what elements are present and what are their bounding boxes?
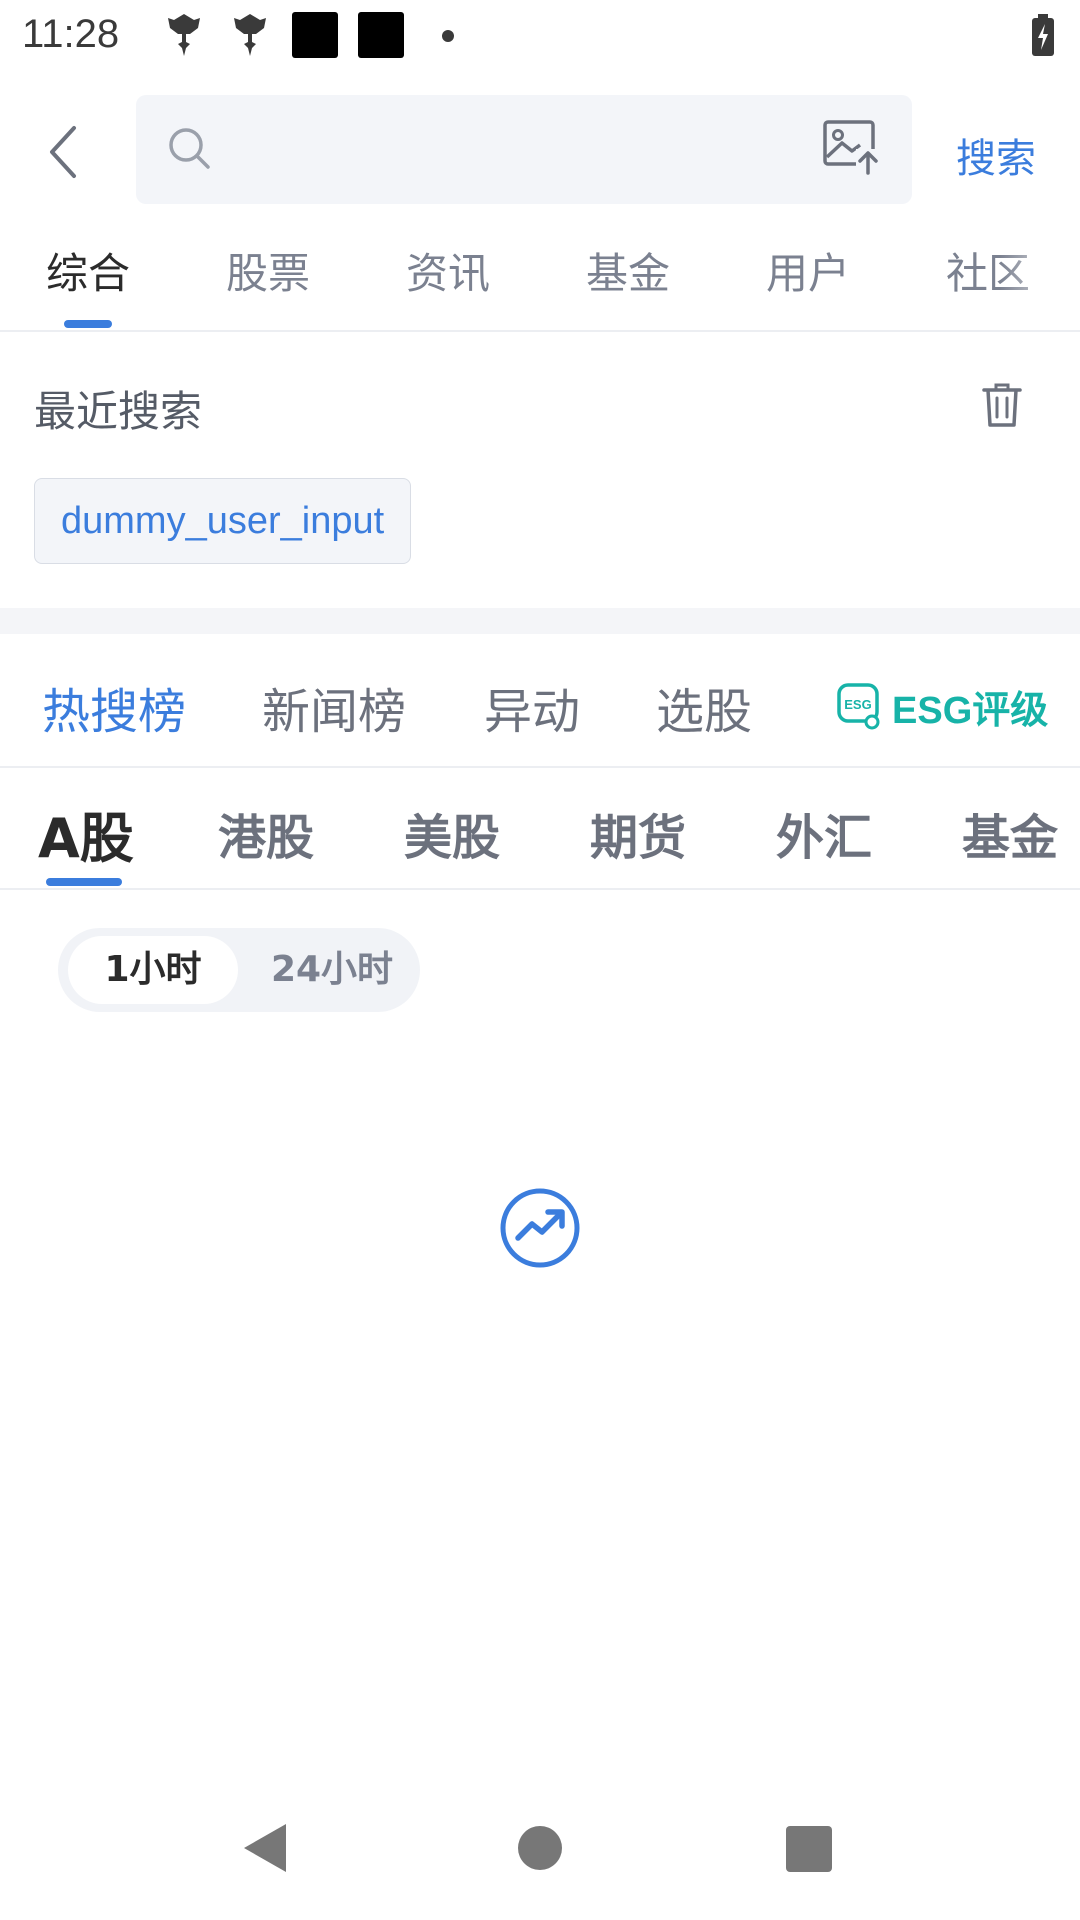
battery-charging-icon xyxy=(1032,14,1054,56)
tab-users[interactable]: 用户 xyxy=(766,240,850,301)
tab-market-funds[interactable]: 基金 xyxy=(962,798,1058,868)
esg-label: ESG评级 xyxy=(892,689,1049,732)
search-button[interactable]: 搜索 xyxy=(956,126,1036,184)
esg-icon: ESG xyxy=(837,683,880,730)
tab-futures[interactable]: 期货 xyxy=(590,798,686,868)
status-time: 11:28 xyxy=(22,12,120,56)
search-box[interactable] xyxy=(136,95,912,204)
search-input[interactable] xyxy=(226,115,790,187)
notification-icon xyxy=(168,14,200,56)
esg-rating-button[interactable]: ESG ESG评级 xyxy=(836,678,1048,734)
tab-news[interactable]: 资讯 xyxy=(406,240,490,301)
section-divider xyxy=(0,608,1080,634)
time-range-toggle: 1小时 24小时 xyxy=(58,928,420,1012)
back-icon[interactable] xyxy=(38,120,94,184)
status-bar: 11:28 xyxy=(0,0,1080,72)
search-icon xyxy=(169,128,210,169)
tab-stocks[interactable]: 股票 xyxy=(226,240,310,301)
tab-hk-stocks[interactable]: 港股 xyxy=(218,798,314,868)
nav-back-icon[interactable] xyxy=(242,1822,288,1874)
tab-funds[interactable]: 基金 xyxy=(586,240,670,301)
more-notifications-icon xyxy=(442,30,454,42)
tabs-fade xyxy=(1000,232,1080,328)
notification-icon xyxy=(292,12,338,58)
market-tab-indicator xyxy=(46,878,122,886)
nav-home-icon[interactable] xyxy=(518,1826,562,1870)
tab-comprehensive[interactable]: 综合 xyxy=(46,240,130,301)
svg-text:ESG: ESG xyxy=(844,697,871,712)
tab-us-stocks[interactable]: 美股 xyxy=(404,798,500,868)
trending-loading-icon xyxy=(500,1188,580,1268)
recent-search-title: 最近搜索 xyxy=(34,387,203,436)
trash-icon[interactable] xyxy=(982,382,1022,428)
image-search-icon[interactable] xyxy=(822,119,882,175)
tab-news-rank[interactable]: 新闻榜 xyxy=(262,672,406,742)
time-option-24h[interactable]: 24小时 xyxy=(254,936,410,1004)
tab-stock-picker[interactable]: 选股 xyxy=(656,672,752,742)
tab-hot-search[interactable]: 热搜榜 xyxy=(42,672,186,742)
notification-icon xyxy=(234,14,266,56)
tab-forex[interactable]: 外汇 xyxy=(776,798,872,868)
tab-a-shares[interactable]: A股 xyxy=(38,794,134,873)
recent-search-chip[interactable]: dummy_user_input xyxy=(34,478,412,564)
tab-indicator xyxy=(64,320,112,328)
market-tabs: A股 港股 美股 期货 外汇 基金 xyxy=(0,766,1080,890)
time-option-1h[interactable]: 1小时 xyxy=(68,936,238,1004)
tab-unusual-moves[interactable]: 异动 xyxy=(484,672,580,742)
nav-recents-icon[interactable] xyxy=(786,1826,832,1872)
notification-icon xyxy=(358,12,404,58)
category-tabs: 综合 股票 资讯 基金 用户 社区 xyxy=(0,232,1080,332)
ranking-tabs: 热搜榜 新闻榜 异动 选股 ESG ESG评级 xyxy=(0,634,1080,768)
